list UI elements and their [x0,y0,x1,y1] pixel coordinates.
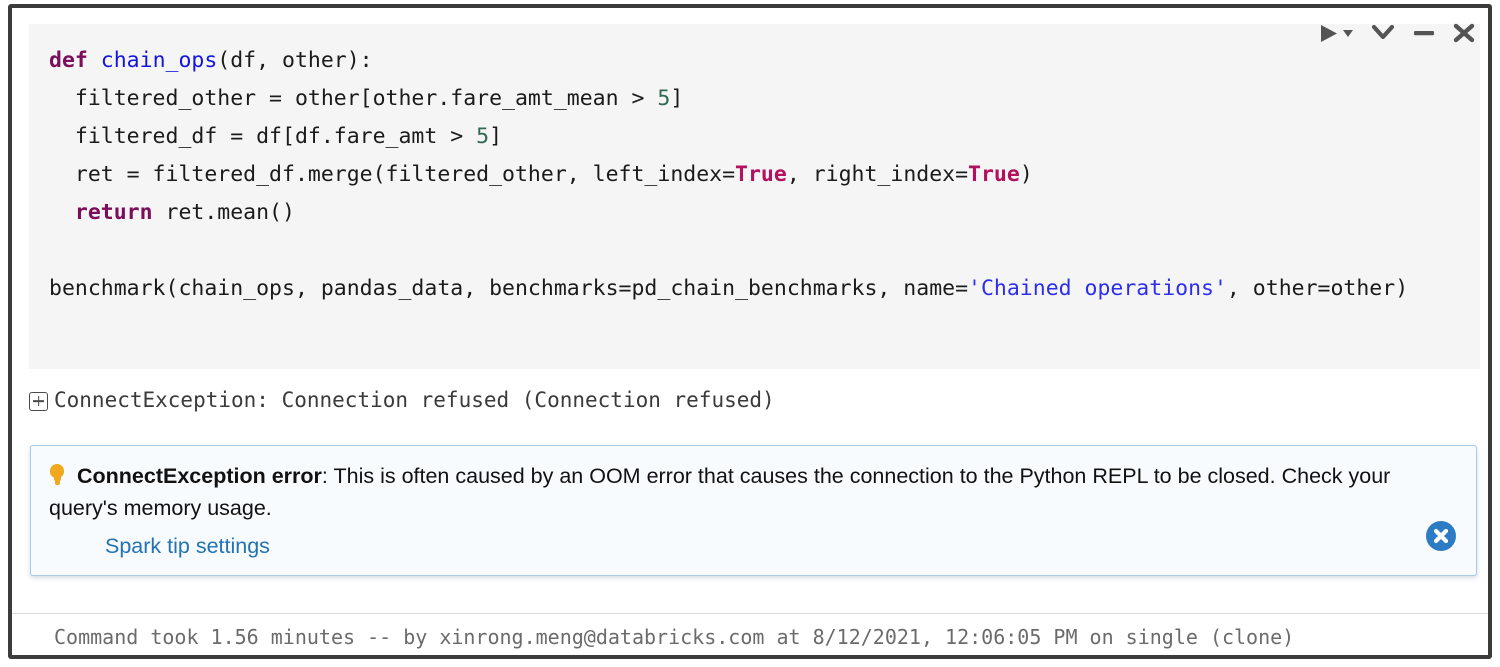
collapse-cell-button[interactable] [1370,22,1396,48]
play-icon [1318,23,1339,48]
tip-title: ConnectException error [77,464,322,488]
code-line7b: , other=other) [1226,276,1409,301]
close-circle-icon[interactable] [1426,521,1456,551]
code-line5-rest: ret.mean() [152,200,295,225]
plus-square-icon[interactable] [29,391,48,411]
code-function-name: chain_ops [100,48,218,73]
exception-message: ConnectException: Connection refused (Co… [54,388,775,412]
code-line1-rest: (df, other): [217,48,373,73]
close-cell-button[interactable] [1452,22,1476,48]
spark-tip-settings-link[interactable]: Spark tip settings [105,534,270,559]
close-icon [1452,22,1476,48]
code-line4a: ret = filtered_df.merge(filtered_other, … [49,162,736,187]
code-content: def chain_ops(df, other): filtered_other… [49,42,1460,308]
code-line3-end: ] [489,124,503,149]
minus-icon [1412,22,1436,48]
code-keyword-return: return [49,200,153,225]
spark-tip-box: ConnectException error: This is often ca… [30,445,1477,576]
lightbulb-icon [49,464,65,486]
minimize-cell-button[interactable] [1412,22,1436,48]
code-keyword-def: def [49,48,88,73]
code-line2-number: 5 [657,86,671,111]
chevron-down-icon [1370,22,1396,48]
exception-output-row: ConnectException: Connection refused (Co… [29,388,1480,412]
chevron-down-small-icon [1342,27,1354,43]
code-line4-bool2: True [968,162,1020,187]
footer-divider [12,613,1488,614]
run-cell-button[interactable] [1318,23,1354,48]
code-line4-bool1: True [735,162,787,187]
tip-message: ConnectException error: This is often ca… [49,460,1458,524]
notebook-cell: def chain_ops(df, other): filtered_other… [8,4,1492,659]
code-line7a: benchmark(chain_ops, pandas_data, benchm… [49,276,969,301]
code-line7-string: 'Chained operations' [968,276,1227,301]
code-line4b: , right_index= [786,162,969,187]
code-line3-number: 5 [476,124,490,149]
cell-toolbar [1318,22,1476,48]
code-line2-end: ] [670,86,684,111]
code-editor[interactable]: def chain_ops(df, other): filtered_other… [29,24,1480,369]
code-line4c: ) [1019,162,1033,187]
code-line3: filtered_df = df[df.fare_amt > [49,124,477,149]
code-line2: filtered_other = other[other.fare_amt_me… [49,86,658,111]
command-status-text: Command took 1.56 minutes -- by xinrong.… [54,625,1295,649]
